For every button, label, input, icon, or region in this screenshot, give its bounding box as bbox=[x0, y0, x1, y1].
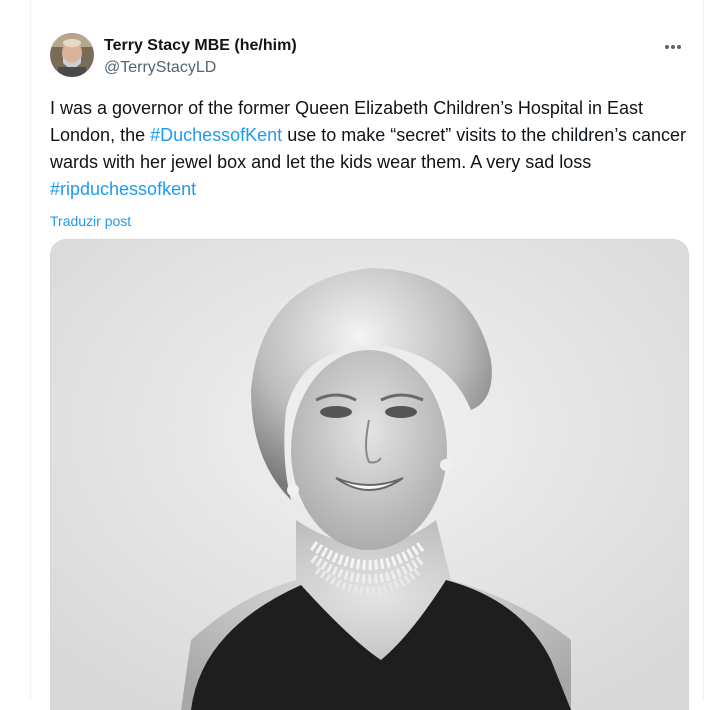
avatar-image bbox=[50, 33, 94, 77]
portrait-image bbox=[51, 240, 688, 710]
author-names: Terry Stacy MBE (he/him) @TerryStacyLD bbox=[104, 33, 297, 78]
tweet-photo[interactable] bbox=[50, 239, 689, 710]
more-horizontal-icon bbox=[665, 45, 681, 49]
translate-post-link[interactable]: Traduzir post bbox=[50, 213, 131, 229]
author-display-name[interactable]: Terry Stacy MBE (he/him) bbox=[104, 35, 297, 56]
tweet-text: I was a governor of the former Queen Eli… bbox=[50, 95, 690, 203]
hashtag-ripduchessofkent[interactable]: #ripduchessofkent bbox=[50, 179, 196, 199]
hashtag-duchessofkent[interactable]: #DuchessofKent bbox=[150, 125, 282, 145]
avatar[interactable] bbox=[50, 33, 94, 77]
tweet[interactable]: Terry Stacy MBE (he/him) @TerryStacyLD I… bbox=[50, 33, 690, 710]
timeline-column: Terry Stacy MBE (he/him) @TerryStacyLD I… bbox=[30, 0, 704, 710]
author-handle[interactable]: @TerryStacyLD bbox=[104, 57, 297, 78]
more-options-button[interactable] bbox=[656, 35, 690, 59]
tweet-header: Terry Stacy MBE (he/him) @TerryStacyLD bbox=[50, 33, 690, 81]
